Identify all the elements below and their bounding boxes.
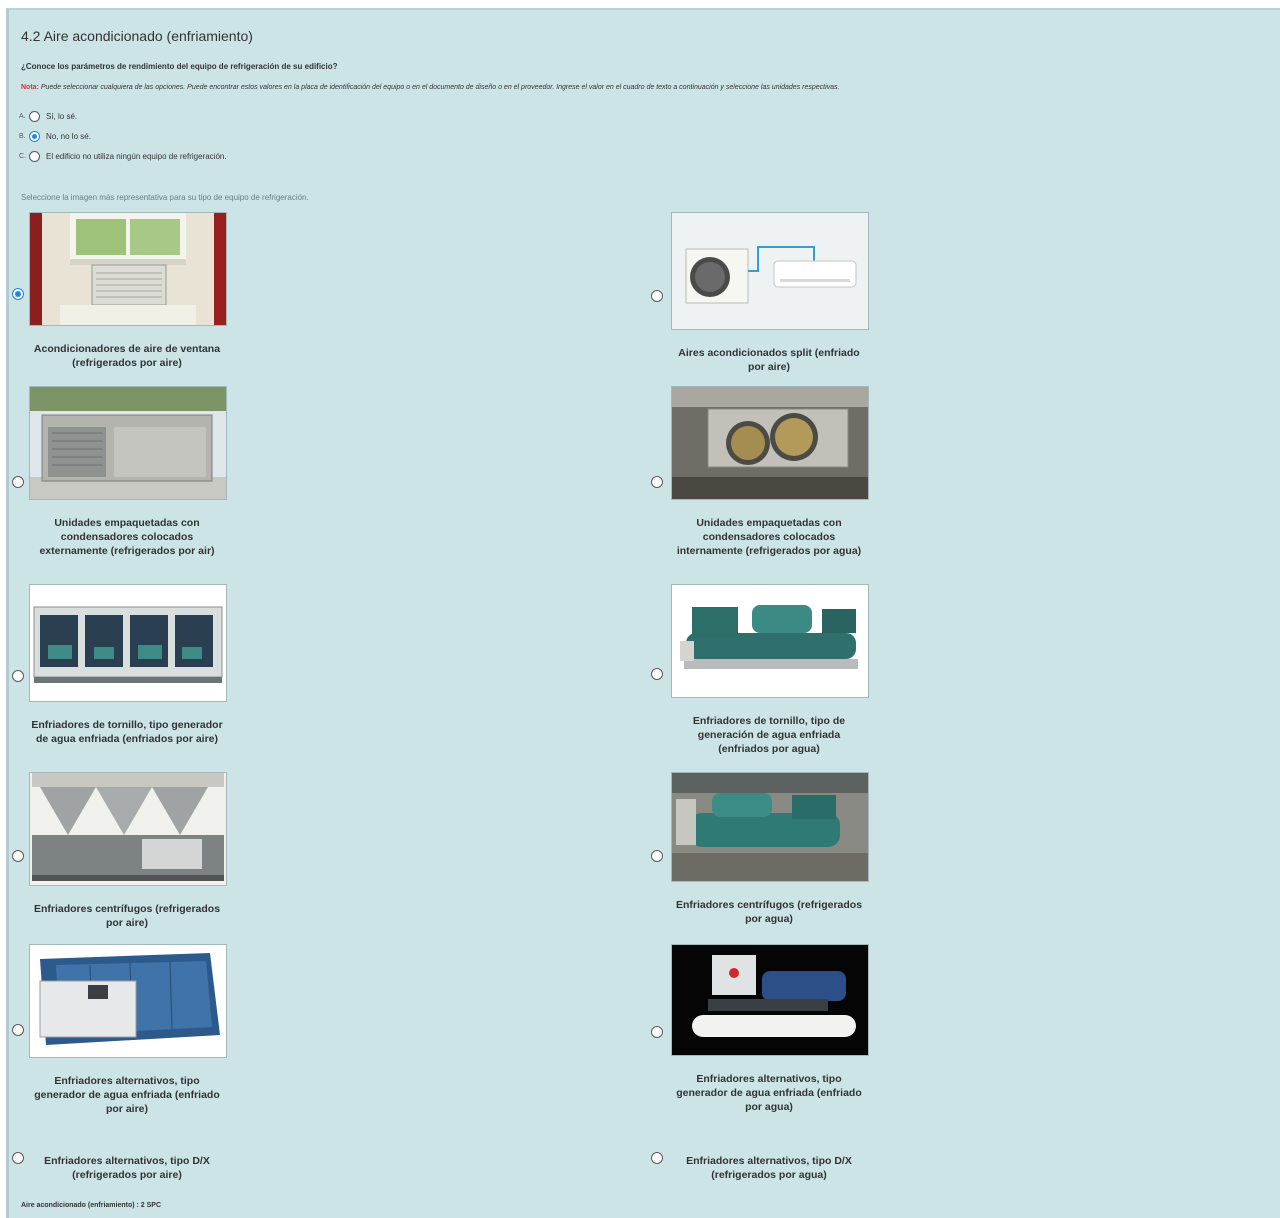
equipment-caption: Acondicionadores de aire de ventana (ref… xyxy=(33,343,221,369)
rooftop-unit-photo[interactable] xyxy=(29,386,227,500)
equipment-radio-air-reciprocating-chiller[interactable] xyxy=(12,1024,24,1036)
equipment-caption: Enfriadores alternativos, tipo generador… xyxy=(676,1073,862,1113)
note-label: Nota: xyxy=(21,84,39,91)
air-centrifugal-chiller-photo[interactable] xyxy=(29,772,227,886)
equipment-caption: Enfriadores centrífugos (refrigerados po… xyxy=(33,903,221,929)
equipment-radio-water-centrifugal-chiller[interactable] xyxy=(651,850,663,862)
answer-options: A. Sí, lo sé. B. No, no lo sé. C. El edi… xyxy=(19,106,227,166)
window-ac-photo[interactable] xyxy=(29,212,227,326)
question-text: ¿Conoce los parámetros de rendimiento de… xyxy=(21,62,338,71)
equipment-card-air-centrifugal-chiller[interactable]: Enfriadores centrífugos (refrigerados po… xyxy=(29,772,229,930)
option-a[interactable]: A. Sí, lo sé. xyxy=(19,106,227,126)
equipment-caption: Enfriadores de tornillo, tipo de generac… xyxy=(692,715,846,755)
equipment-radio-water-screw-chiller[interactable] xyxy=(651,668,663,680)
note-text: Puede seleccionar cualquiera de las opci… xyxy=(40,84,840,91)
option-letter: B. xyxy=(19,132,26,140)
option-c-radio[interactable] xyxy=(29,150,40,162)
split-ac-photo[interactable] xyxy=(671,212,869,330)
equipment-caption: Enfriadores alternativos, tipo D/X (refr… xyxy=(44,1155,210,1181)
equipment-radio-water-reciprocating-chiller[interactable] xyxy=(651,1026,663,1038)
equipment-radio-rooftop-unit[interactable] xyxy=(12,476,24,488)
section-title: 4.2 Aire acondicionado (enfriamiento) xyxy=(21,28,253,44)
option-b-radio[interactable] xyxy=(29,130,40,142)
equipment-caption: Enfriadores centrífugos (refrigerados po… xyxy=(675,899,863,925)
equipment-card-water-reciprocating-chiller[interactable]: Enfriadores alternativos, tipo generador… xyxy=(671,944,871,1114)
footer-status: Aire acondicionado (enfriamiento) : 2 SP… xyxy=(21,1202,162,1209)
equipment-caption: Unidades empaquetadas con condensadores … xyxy=(676,517,862,557)
equipment-caption: Aires acondicionados split (enfriado por… xyxy=(678,347,860,373)
equipment-card-water-dx-chiller[interactable]: Enfriadores alternativos, tipo D/X (refr… xyxy=(671,1138,871,1182)
equipment-card-air-dx-chiller[interactable]: Enfriadores alternativos, tipo D/X (refr… xyxy=(29,1138,229,1182)
water-centrifugal-chiller-photo[interactable] xyxy=(671,772,869,882)
equipment-card-indoor-unit[interactable]: Unidades empaquetadas con condensadores … xyxy=(671,386,871,558)
option-a-radio[interactable] xyxy=(29,110,40,122)
equipment-caption: Unidades empaquetadas con condensadores … xyxy=(39,517,215,557)
equipment-caption: Enfriadores alternativos, tipo D/X (refr… xyxy=(686,1155,852,1181)
equipment-radio-air-screw-chiller[interactable] xyxy=(12,670,24,682)
equipment-radio-indoor-unit[interactable] xyxy=(651,476,663,488)
equipment-card-air-reciprocating-chiller[interactable]: Enfriadores alternativos, tipo generador… xyxy=(29,944,229,1116)
water-screw-chiller-photo[interactable] xyxy=(671,584,869,698)
equipment-instruction: Seleccione la imagen más representativa … xyxy=(21,193,309,202)
equipment-radio-air-dx-chiller[interactable] xyxy=(12,1152,24,1164)
air-screw-chiller-photo[interactable] xyxy=(29,584,227,702)
air-reciprocating-chiller-photo[interactable] xyxy=(29,944,227,1058)
indoor-unit-photo[interactable] xyxy=(671,386,869,500)
equipment-card-split-ac[interactable]: Aires acondicionados split (enfriado por… xyxy=(671,212,871,374)
equipment-card-water-screw-chiller[interactable]: Enfriadores de tornillo, tipo de generac… xyxy=(671,584,871,756)
option-c[interactable]: C. El edificio no utiliza ningún equipo … xyxy=(19,146,227,166)
water-reciprocating-chiller-photo[interactable] xyxy=(671,944,869,1056)
option-a-label: Sí, lo sé. xyxy=(46,111,78,121)
equipment-card-water-centrifugal-chiller[interactable]: Enfriadores centrífugos (refrigerados po… xyxy=(671,772,871,926)
option-b-label: No, no lo sé. xyxy=(46,131,91,141)
question-note: Nota: Puede seleccionar cualquiera de la… xyxy=(21,84,1271,91)
equipment-card-rooftop-unit[interactable]: Unidades empaquetadas con condensadores … xyxy=(29,386,229,558)
equipment-radio-split-ac[interactable] xyxy=(651,290,663,302)
option-letter: C. xyxy=(19,152,26,160)
option-b[interactable]: B. No, no lo sé. xyxy=(19,126,227,146)
equipment-card-air-screw-chiller[interactable]: Enfriadores de tornillo, tipo generador … xyxy=(29,584,229,746)
equipment-caption: Enfriadores de tornillo, tipo generador … xyxy=(31,719,223,745)
survey-panel: 4.2 Aire acondicionado (enfriamiento) ¿C… xyxy=(6,8,1280,1218)
option-letter: A. xyxy=(19,112,26,120)
equipment-card-window-ac[interactable]: Acondicionadores de aire de ventana (ref… xyxy=(29,212,229,370)
equipment-radio-air-centrifugal-chiller[interactable] xyxy=(12,850,24,862)
equipment-radio-window-ac[interactable] xyxy=(12,288,24,300)
equipment-radio-water-dx-chiller[interactable] xyxy=(651,1152,663,1164)
equipment-caption: Enfriadores alternativos, tipo generador… xyxy=(34,1075,220,1115)
option-c-label: El edificio no utiliza ningún equipo de … xyxy=(46,151,227,161)
